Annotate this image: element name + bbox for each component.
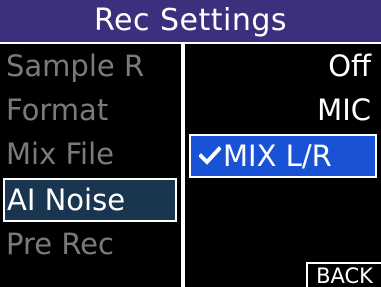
- menu-item-pre-rec[interactable]: Pre Rec: [4, 222, 179, 266]
- back-button[interactable]: BACK: [306, 262, 381, 287]
- option-label: MIX L/R: [223, 139, 332, 173]
- option-off[interactable]: Off: [185, 44, 381, 88]
- menu-item-mix-file[interactable]: Mix File: [4, 132, 179, 176]
- settings-menu: Sample R Format Mix File AI Noise Pre Re…: [0, 44, 181, 287]
- option-mix-lr[interactable]: MIX L/R: [189, 134, 377, 178]
- option-list: Off MIC MIX L/R: [185, 44, 381, 287]
- menu-item-sample-rate[interactable]: Sample R: [4, 44, 179, 88]
- menu-item-format[interactable]: Format: [4, 88, 179, 132]
- title-bar: Rec Settings: [0, 0, 381, 44]
- page-title: Rec Settings: [93, 3, 288, 38]
- option-mic[interactable]: MIC: [185, 88, 381, 132]
- check-icon: [199, 146, 221, 165]
- option-label: MIC: [317, 93, 371, 127]
- option-label: Off: [328, 49, 371, 83]
- menu-item-ai-noise[interactable]: AI Noise: [3, 178, 177, 222]
